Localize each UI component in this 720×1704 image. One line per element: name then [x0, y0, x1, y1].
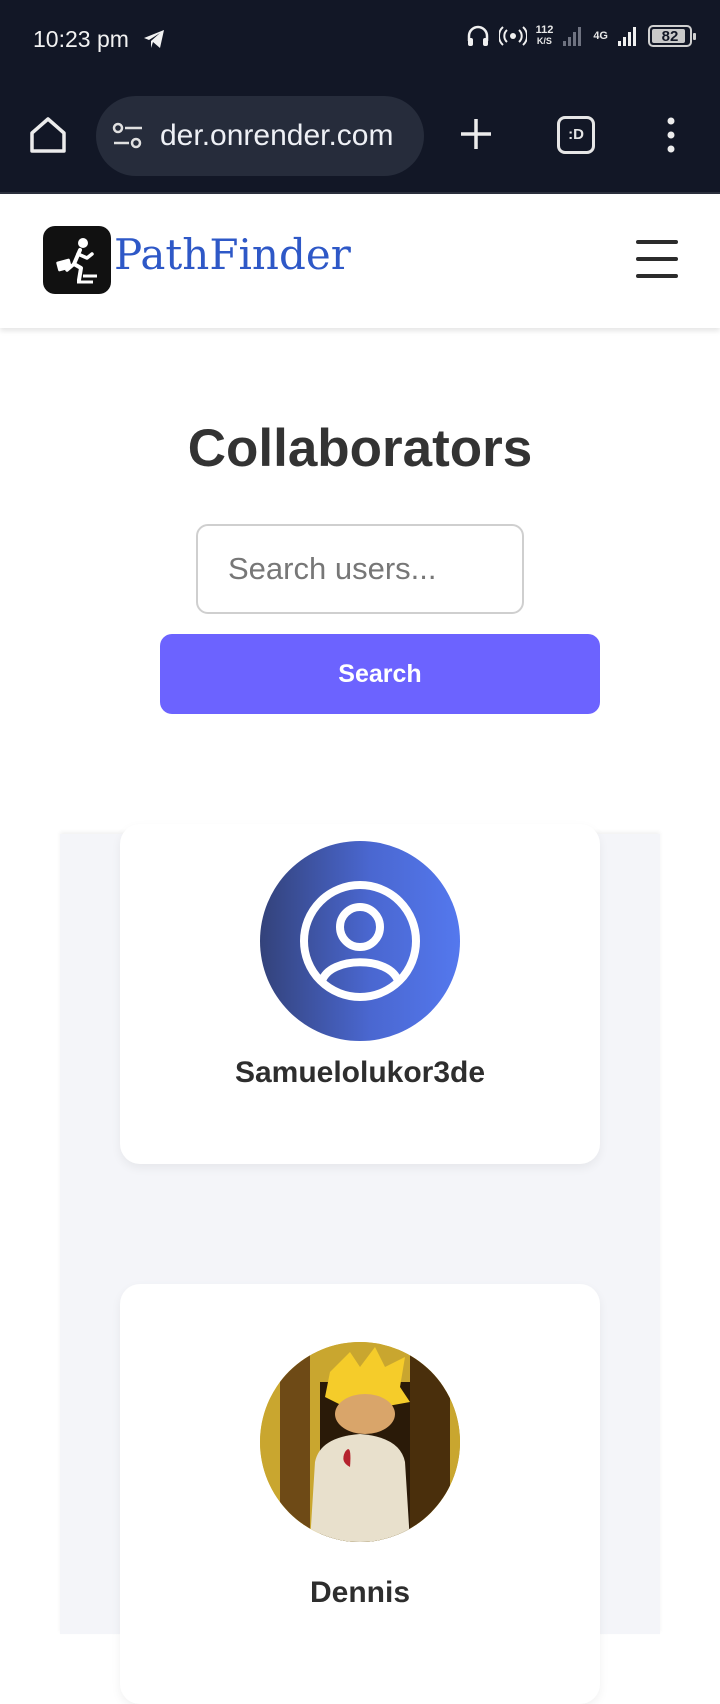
status-time: 10:23 pm — [33, 26, 129, 52]
battery-level: 82 — [661, 28, 679, 45]
menu-icon[interactable] — [636, 240, 680, 282]
new-tab-icon[interactable] — [458, 116, 494, 152]
user-icon — [300, 881, 420, 1001]
address-bar[interactable]: der.onrender.com — [96, 96, 424, 176]
tab-switcher-button[interactable]: :D — [557, 116, 595, 154]
telegram-icon — [144, 30, 164, 48]
user-name[interactable]: Samuelolukor3de — [120, 1056, 600, 1090]
logo[interactable] — [43, 226, 111, 294]
status-icons: 112 K/S 4G 82 — [466, 24, 696, 48]
search-button[interactable]: Search — [160, 634, 600, 714]
user-name[interactable]: Dennis — [120, 1576, 600, 1610]
home-icon[interactable] — [27, 114, 69, 156]
page-title: Collaborators — [187, 419, 533, 478]
signal-sim1-icon — [563, 27, 582, 46]
headphones-icon — [467, 25, 488, 46]
signal-sim2-icon — [618, 27, 636, 46]
brand-name[interactable]: PathFinder — [114, 230, 351, 279]
avatar[interactable] — [260, 1342, 460, 1542]
status-bar: 10:23 pm 112 K/S 4G 82 — [0, 0, 720, 82]
search-input[interactable] — [196, 524, 524, 614]
network-type: 4G — [593, 30, 608, 42]
runner-stairs-icon — [56, 238, 97, 284]
user-card[interactable]: Samuelolukor3de — [120, 824, 600, 1164]
url-text[interactable]: der.onrender.com — [160, 119, 393, 153]
site-header: PathFinder — [0, 196, 720, 328]
hotspot-icon — [498, 26, 527, 46]
avatar[interactable] — [260, 841, 460, 1041]
site-settings-icon[interactable] — [112, 122, 144, 150]
user-results: Samuelolukor3de Dennis — [60, 824, 660, 1704]
more-options-icon[interactable] — [663, 115, 679, 155]
character-photo-icon — [260, 1342, 460, 1542]
browser-toolbar: der.onrender.com :D — [0, 82, 720, 194]
net-speed: 112 K/S — [536, 25, 554, 47]
net-speed-unit: K/S — [536, 36, 552, 46]
user-card[interactable]: Dennis — [120, 1284, 600, 1704]
battery-indicator: 82 — [648, 25, 696, 47]
net-speed-value: 112 — [535, 24, 554, 36]
